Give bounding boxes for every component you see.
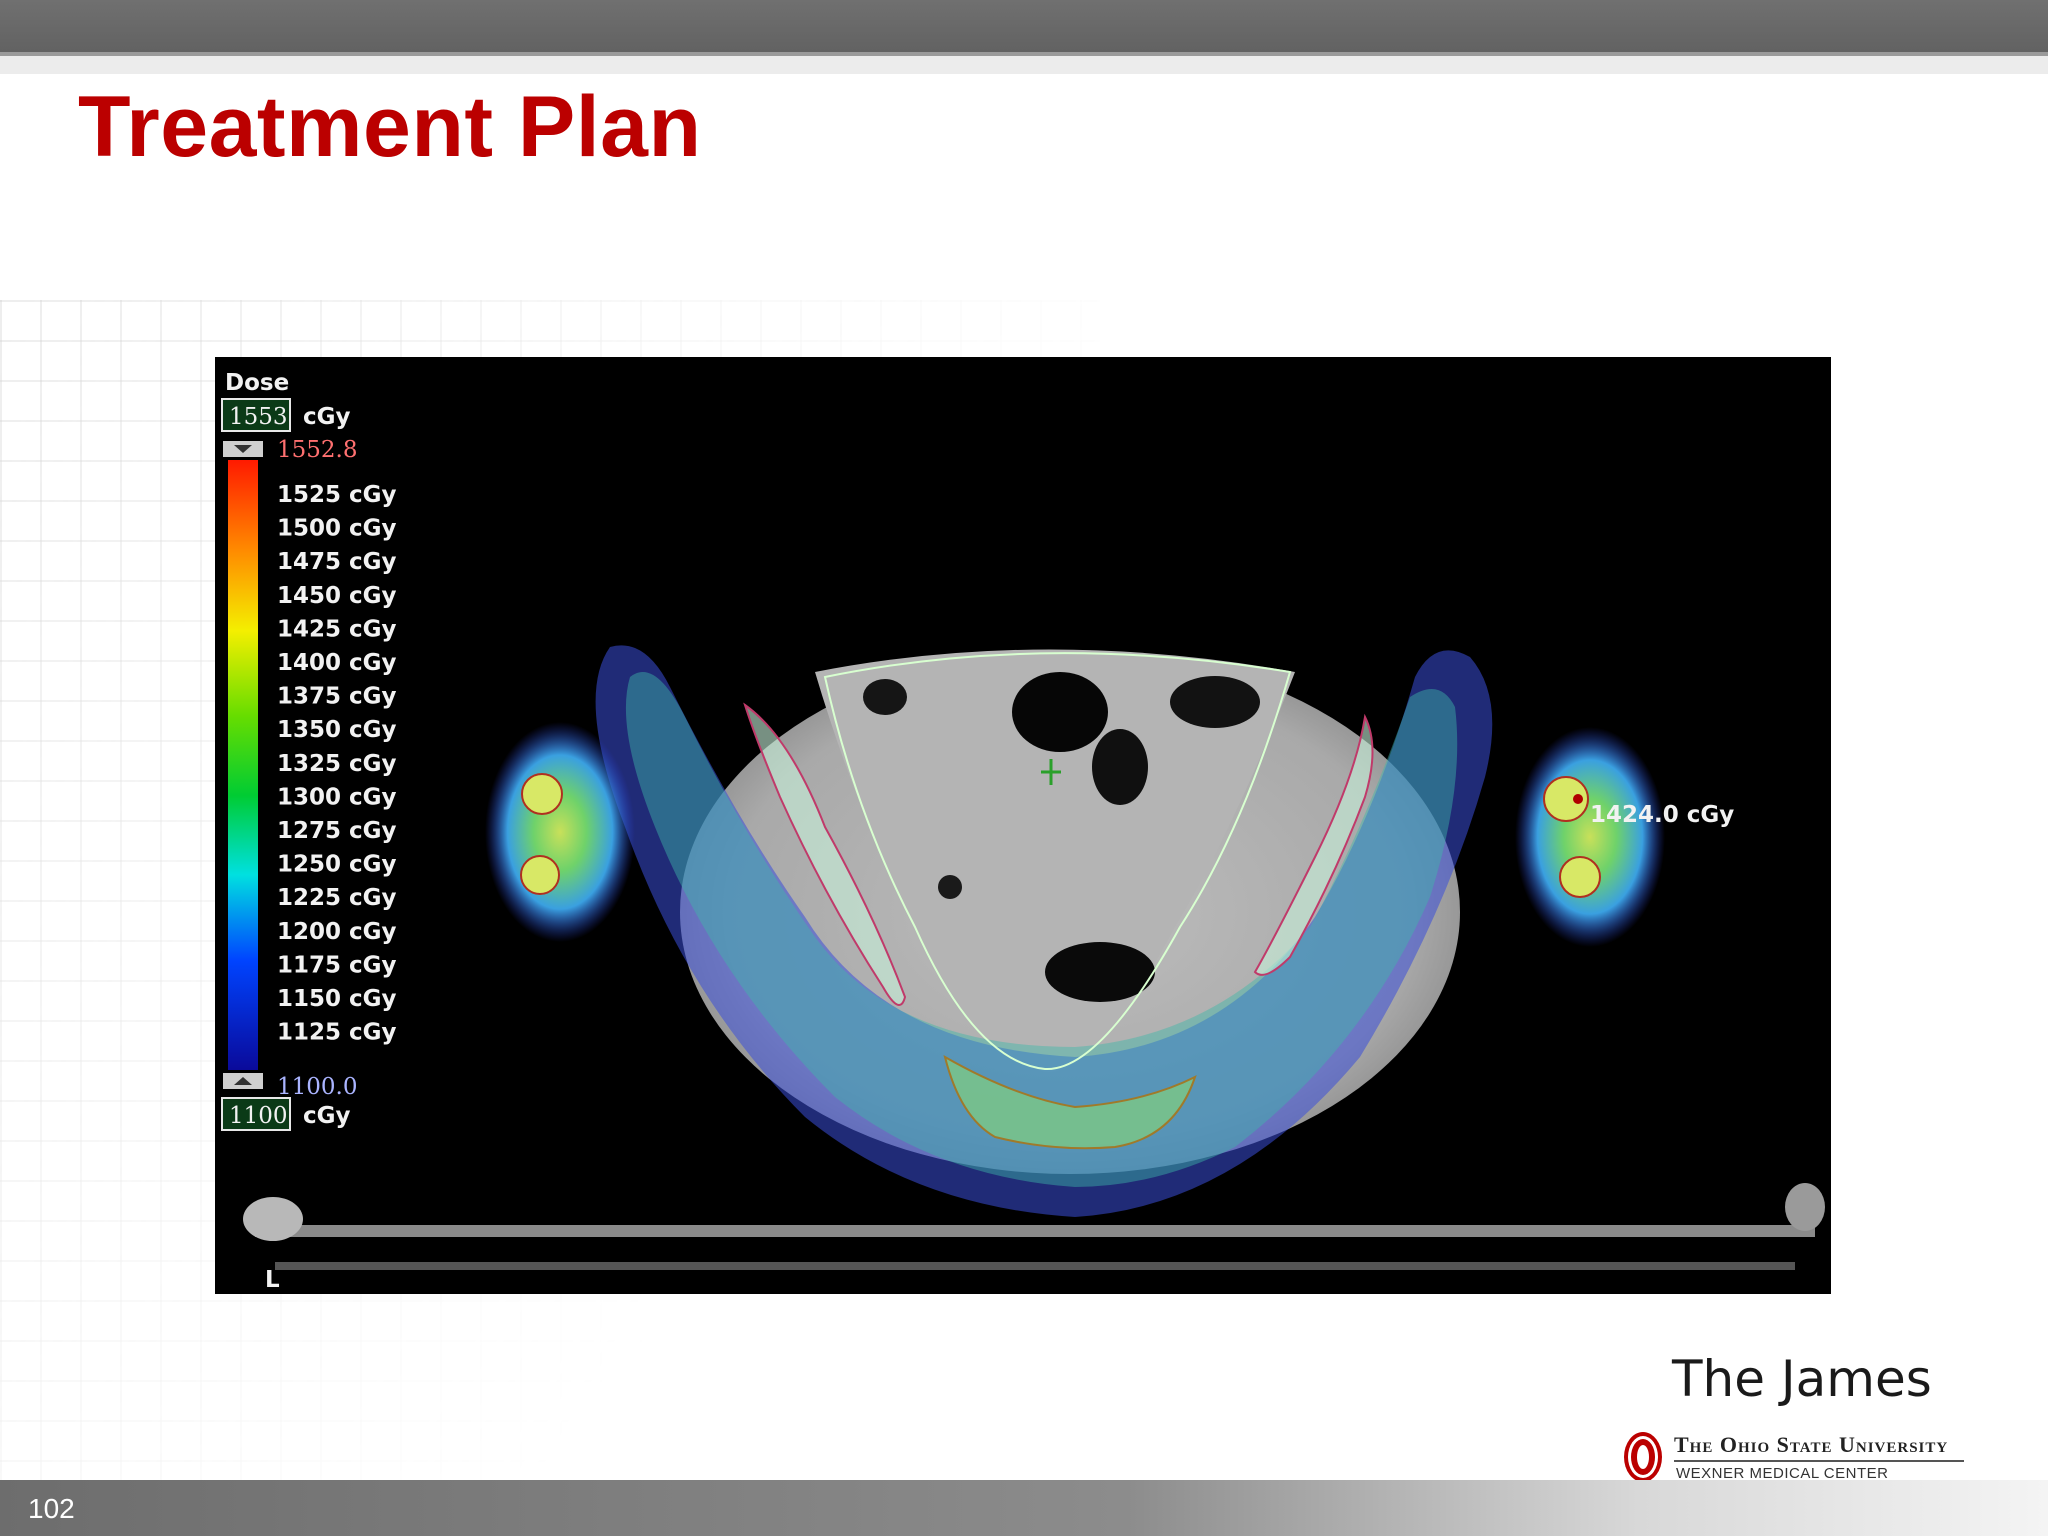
- dose-level-label: 1400 cGy: [277, 650, 397, 676]
- dose-level-label: 1250 cGy: [277, 852, 397, 878]
- university-name: The Ohio State University: [1674, 1432, 1949, 1457]
- left-femur-contour-lower: [520, 855, 560, 895]
- min-dose-value: 1100.0: [277, 1074, 357, 1100]
- dose-level-label: 1225 cGy: [277, 885, 397, 911]
- slide-title: Treatment Plan: [78, 79, 702, 175]
- the-james-wordmark: The James: [1672, 1350, 1932, 1408]
- dose-probe-readout: 1424.0 cGy: [1590, 802, 1734, 828]
- gas-pocket: [1012, 672, 1108, 752]
- dose-level-label: 1475 cGy: [277, 549, 397, 575]
- ct-dose-image: 1424.0 cGy L Dose 1553 cGy 1552.8 1525 c…: [215, 357, 1831, 1294]
- max-dose-unit: cGy: [303, 404, 351, 430]
- gas-pocket: [863, 679, 907, 715]
- dose-level-label: 1350 cGy: [277, 717, 397, 743]
- max-dose-value: 1552.8: [277, 437, 357, 463]
- dose-level-label: 1450 cGy: [277, 583, 397, 609]
- dose-color-scale: [228, 460, 258, 1070]
- gas-pocket: [1092, 729, 1148, 805]
- dose-probe-point[interactable]: [1573, 794, 1583, 804]
- treatment-table-rail: [275, 1262, 1795, 1270]
- dose-level-label: 1500 cGy: [277, 516, 397, 542]
- left-femur-contour-upper: [521, 773, 563, 815]
- right-femur-dose: [1515, 727, 1665, 947]
- orientation-marker: L: [265, 1267, 280, 1293]
- min-dose-box-value: 1100: [229, 1103, 288, 1129]
- right-femur-contour-lower: [1559, 856, 1601, 898]
- bottom-footer-bar: [0, 1480, 2048, 1536]
- dose-level-label: 1425 cGy: [277, 616, 397, 642]
- header-shadow: [0, 56, 2048, 74]
- legend-header: Dose: [225, 370, 289, 396]
- dose-level-label: 1125 cGy: [277, 1020, 397, 1046]
- left-femur-dose: [485, 722, 635, 942]
- branding-divider: [1674, 1460, 1964, 1462]
- page-number: 102: [28, 1493, 75, 1524]
- dose-level-label: 1325 cGy: [277, 751, 397, 777]
- ct-scan-svg: 1424.0 cGy L Dose 1553 cGy 1552.8 1525 c…: [221, 370, 1825, 1293]
- table-end-right: [1785, 1183, 1825, 1231]
- table-end-left: [243, 1197, 303, 1241]
- dose-level-label: 1150 cGy: [277, 986, 397, 1012]
- dose-level-label: 1525 cGy: [277, 482, 397, 508]
- max-dose-box-value: 1553: [229, 404, 288, 430]
- dose-level-label: 1175 cGy: [277, 952, 397, 978]
- dose-level-labels: 1525 cGy 1500 cGy 1475 cGy 1450 cGy 1425 cGy…: [277, 482, 397, 1046]
- gas-pocket: [938, 875, 962, 899]
- osu-block-o-logo: [1624, 1432, 1662, 1482]
- min-dose-unit: cGy: [303, 1103, 351, 1129]
- dose-level-label: 1375 cGy: [277, 684, 397, 710]
- top-header-bar: [0, 0, 2048, 52]
- dose-level-label: 1200 cGy: [277, 919, 397, 945]
- dose-level-label: 1275 cGy: [277, 818, 397, 844]
- gas-pocket: [1170, 676, 1260, 728]
- treatment-table-rail: [255, 1225, 1815, 1237]
- dose-level-label: 1300 cGy: [277, 784, 397, 810]
